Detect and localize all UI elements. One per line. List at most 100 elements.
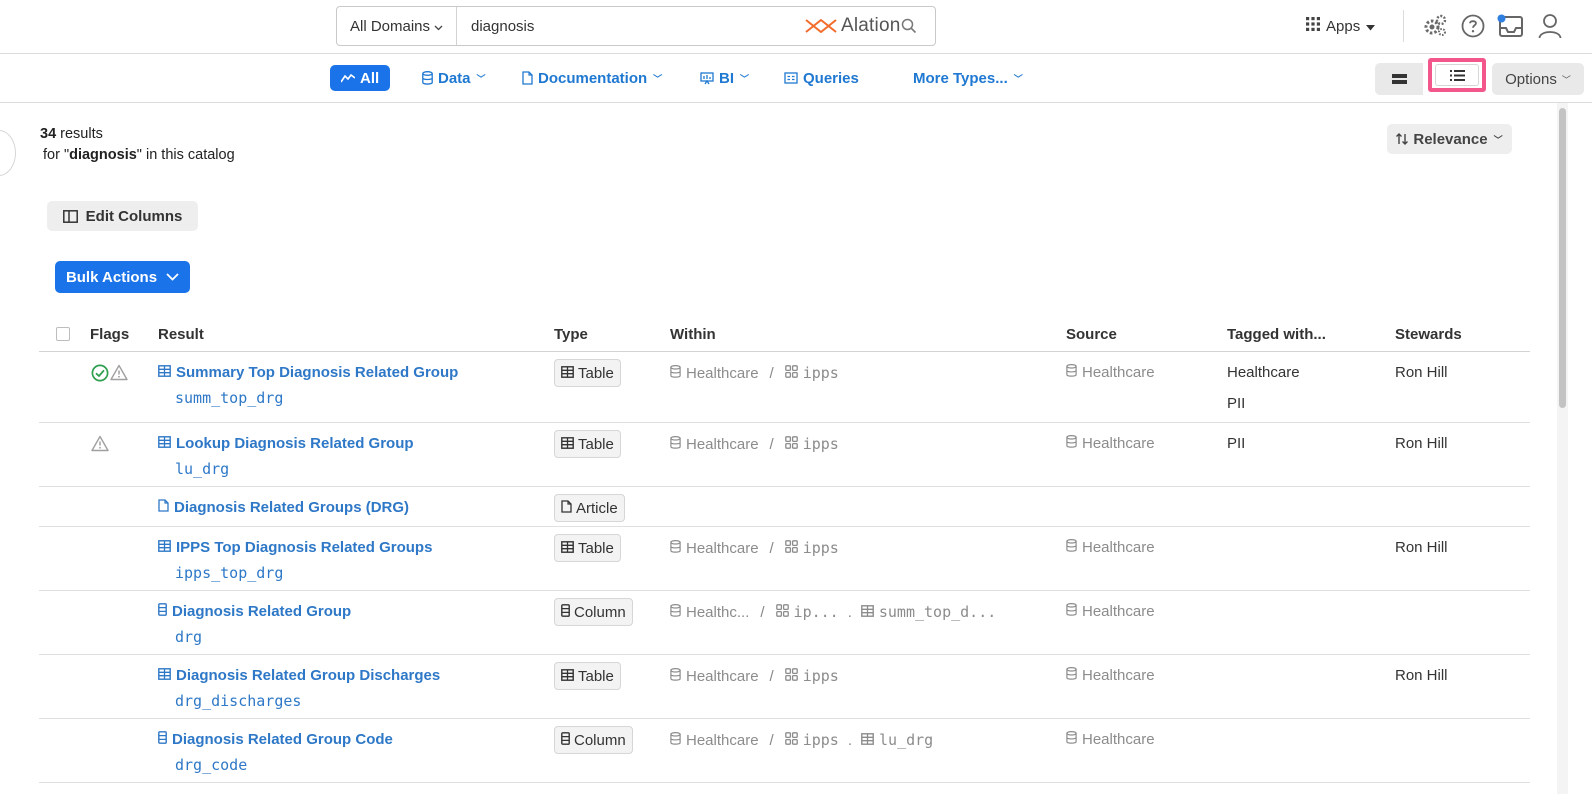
source-link[interactable]: Healthcare — [1066, 434, 1155, 452]
tag-link[interactable]: Healthcare — [1227, 364, 1300, 395]
header-within[interactable]: Within — [670, 326, 716, 343]
result-technical-name[interactable]: drg_discharges — [175, 692, 301, 710]
tab-bi[interactable]: BI ﹀ — [700, 65, 749, 91]
result-title-link[interactable]: Diagnosis Related Groups (DRG) — [158, 499, 409, 516]
result-title-link[interactable]: Summary Top Diagnosis Related Group — [158, 364, 458, 381]
compact-view-icon — [1391, 74, 1407, 84]
result-title-link[interactable]: Diagnosis Related Group Discharges — [158, 667, 440, 684]
source-link[interactable]: Healthcare — [1066, 602, 1155, 620]
within-database-link[interactable]: Healthcare — [686, 668, 759, 685]
warning-icon[interactable] — [91, 435, 109, 455]
tab-more-types[interactable]: More Types... ﹀ — [913, 65, 1023, 91]
result-technical-name[interactable]: lu_drg — [175, 460, 229, 478]
edit-columns-button[interactable]: Edit Columns — [47, 201, 198, 231]
within-schema-link[interactable]: ipps — [803, 364, 839, 382]
article-icon — [561, 499, 572, 517]
result-technical-name[interactable]: drg_code — [175, 756, 247, 774]
source-link[interactable]: Healthcare — [1066, 538, 1155, 556]
select-all-checkbox[interactable] — [56, 327, 70, 341]
within-database-link[interactable]: Healthc... — [686, 604, 749, 621]
within-table-link[interactable]: summ_top_d... — [879, 603, 996, 621]
header-type[interactable]: Type — [554, 326, 588, 343]
vertical-scrollbar[interactable] — [1557, 103, 1568, 794]
within-breadcrumb: Healthcare / ipps — [670, 539, 839, 557]
tab-data[interactable]: Data ﹀ — [422, 65, 486, 91]
within-schema-link[interactable]: ipps — [803, 667, 839, 685]
result-title-link[interactable]: Diagnosis Related Group — [158, 603, 351, 620]
search-icon[interactable] — [901, 18, 917, 37]
endorsed-check-icon[interactable] — [91, 364, 109, 385]
database-icon — [1066, 363, 1077, 381]
schema-icon — [784, 731, 798, 749]
within-schema-link[interactable]: ipps — [803, 731, 839, 749]
result-technical-name[interactable]: drg — [175, 628, 202, 646]
tab-documentation[interactable]: Documentation ﹀ — [522, 65, 662, 91]
within-schema-link[interactable]: ipps — [803, 435, 839, 453]
type-label: Column — [574, 731, 626, 749]
source-link[interactable]: Healthcare — [1066, 666, 1155, 684]
breadcrumb-dot: . — [847, 603, 852, 621]
chevron-down-icon: ﹀ — [740, 73, 750, 84]
within-schema-link[interactable]: ipps — [803, 539, 839, 557]
warning-icon[interactable] — [110, 364, 128, 385]
steward-link[interactable]: Ron Hill — [1395, 539, 1448, 556]
result-title-link[interactable]: Diagnosis Related Group Code — [158, 731, 393, 748]
within-database-link[interactable]: Healthcare — [686, 436, 759, 453]
steward-link[interactable]: Ron Hill — [1395, 667, 1448, 684]
scrollbar-thumb[interactable] — [1559, 108, 1566, 408]
table-row[interactable]: Diagnosis Related Group Code drg_code Colu… — [39, 719, 1530, 783]
inbox-icon[interactable] — [1497, 12, 1525, 40]
header-flags[interactable]: Flags — [90, 326, 129, 343]
steward-link[interactable]: Ron Hill — [1395, 435, 1448, 452]
left-panel-handle[interactable] — [0, 130, 16, 176]
table-row[interactable]: IPPS Top Diagnosis Related Groups ipps_to… — [39, 527, 1530, 591]
within-schema-link[interactable]: ip... — [794, 603, 839, 621]
result-title-link[interactable]: IPPS Top Diagnosis Related Groups — [158, 539, 432, 556]
tag-link[interactable]: PII — [1227, 395, 1300, 426]
table-row[interactable]: Diagnosis Related Group Discharges drg_di… — [39, 655, 1530, 719]
database-icon — [670, 731, 681, 749]
bulk-actions-button[interactable]: Bulk Actions — [55, 261, 190, 293]
table-row[interactable]: Diagnosis Related Groups (DRG) Article — [39, 487, 1530, 527]
within-table-link[interactable]: lu_drg — [879, 731, 933, 749]
tab-all[interactable]: All — [330, 65, 391, 91]
search-input[interactable] — [469, 15, 769, 37]
header-tagged-with[interactable]: Tagged with... — [1227, 326, 1326, 343]
settings-gear-icon[interactable] — [1421, 12, 1449, 40]
tab-all-label: All — [360, 69, 380, 87]
source-link[interactable]: Healthcare — [1066, 730, 1155, 748]
options-button[interactable]: Options ﹀ — [1492, 63, 1584, 95]
table-row[interactable]: Diagnosis Related Group drg Column Healthc.… — [39, 591, 1530, 655]
within-database-link[interactable]: Healthcare — [686, 365, 759, 382]
table-row[interactable]: Lookup Diagnosis Related Group lu_drg Tabl… — [39, 423, 1530, 487]
list-view-button[interactable] — [1428, 58, 1486, 92]
chevron-down-icon: ﹀ — [1561, 74, 1571, 85]
table-icon — [561, 365, 574, 382]
within-database-link[interactable]: Healthcare — [686, 732, 759, 749]
result-technical-name[interactable]: ipps_top_drg — [175, 564, 283, 582]
list-view-toggle — [1435, 64, 1479, 86]
apps-button[interactable]: Apps — [1306, 14, 1376, 38]
breadcrumb-separator: / — [769, 539, 774, 557]
tab-data-label: Data — [438, 69, 471, 87]
bulk-actions-label: Bulk Actions — [65, 268, 158, 286]
domain-select[interactable]: All Domains — [337, 7, 457, 45]
source-link[interactable]: Healthcare — [1066, 363, 1155, 381]
user-profile-icon[interactable] — [1536, 12, 1564, 40]
steward-link[interactable]: Ron Hill — [1395, 364, 1448, 381]
header-result[interactable]: Result — [158, 326, 204, 343]
within-database-link[interactable]: Healthcare — [686, 540, 759, 557]
table-row[interactable]: Summary Top Diagnosis Related Group summ_… — [39, 352, 1530, 423]
type-label: Table — [578, 364, 614, 382]
results-for-prefix: for " — [43, 147, 70, 163]
header-source[interactable]: Source — [1066, 326, 1117, 343]
table-icon — [861, 732, 874, 749]
tab-queries[interactable]: Queries — [784, 65, 859, 91]
help-icon[interactable] — [1459, 12, 1487, 40]
header-stewards[interactable]: Stewards — [1395, 326, 1462, 343]
result-technical-name[interactable]: summ_top_drg — [175, 389, 283, 407]
result-title-link[interactable]: Lookup Diagnosis Related Group — [158, 435, 414, 452]
sort-relevance-button[interactable]: Relevance ﹀ — [1387, 124, 1512, 154]
tag-link[interactable]: PII — [1227, 435, 1245, 466]
compact-view-button[interactable] — [1375, 63, 1423, 95]
